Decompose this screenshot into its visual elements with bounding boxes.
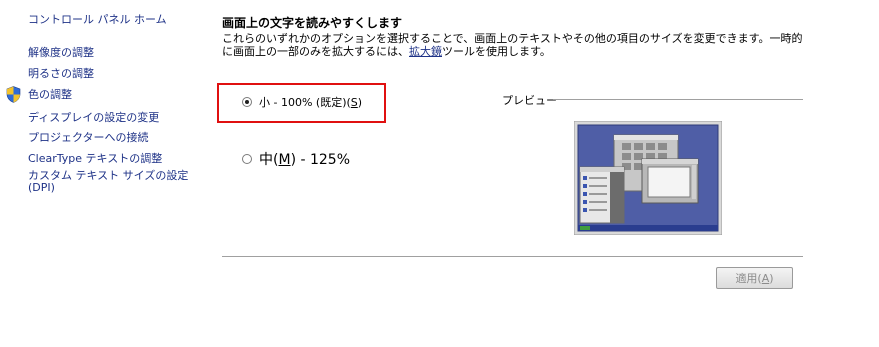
apply-suffix: ) (769, 271, 774, 285)
adjust-resolution-link[interactable]: 解像度の調整 (28, 44, 94, 60)
radio-small[interactable] (242, 97, 252, 107)
option-medium-125[interactable]: 中(M) - 125% (242, 149, 350, 169)
custom-dpi-link[interactable]: カスタム テキスト サイズの設定 (DPI) (28, 170, 188, 194)
option-medium-label: 中(M) - 125% (259, 149, 350, 169)
option-medium-text: 中( (259, 152, 279, 168)
preview-image (574, 121, 722, 235)
option-small-text: 小 - 100% (既定)( (259, 96, 351, 109)
option-medium-suffix: ) - 125% (290, 152, 351, 168)
adjust-cleartype-link[interactable]: ClearType テキストの調整 (28, 150, 162, 166)
adjust-brightness-link[interactable]: 明るさの調整 (28, 65, 94, 81)
page-title: 画面上の文字を読みやすくします (222, 16, 403, 30)
apply-accel: A (761, 271, 770, 285)
option-small-accel: S (350, 96, 358, 109)
page-description: これらのいずれかのオプションを選択することで、画面上のテキストやその他の項目のサ… (222, 32, 812, 58)
preview-label: プレビュー (502, 94, 557, 107)
apply-button[interactable]: 適用(A) (716, 267, 793, 289)
option-medium-accel: M (278, 152, 291, 168)
calibrate-color-link[interactable]: 色の調整 (28, 86, 72, 102)
option-small-label: 小 - 100% (既定)(S) (259, 94, 362, 110)
magnifier-link[interactable]: 拡大鏡 (409, 45, 442, 58)
control-panel-home-link[interactable]: コントロール パネル ホーム (28, 11, 167, 27)
shield-icon (6, 86, 21, 103)
option-small-suffix: ) (357, 96, 363, 109)
bottom-divider (222, 256, 803, 257)
option-small-100[interactable]: 小 - 100% (既定)(S) (242, 94, 362, 110)
change-display-settings-link[interactable]: ディスプレイの設定の変更 (28, 109, 159, 125)
description-text-end: ツールを使用します。 (442, 45, 551, 58)
apply-text: 適用( (735, 272, 762, 285)
radio-medium[interactable] (242, 154, 252, 164)
preview-divider (553, 99, 803, 100)
left-nav-pane: コントロール パネル ホーム 解像度の調整 明るさの調整 色の調整 ディスプレイ… (0, 0, 200, 347)
connect-projector-link[interactable]: プロジェクターへの接続 (28, 129, 149, 145)
